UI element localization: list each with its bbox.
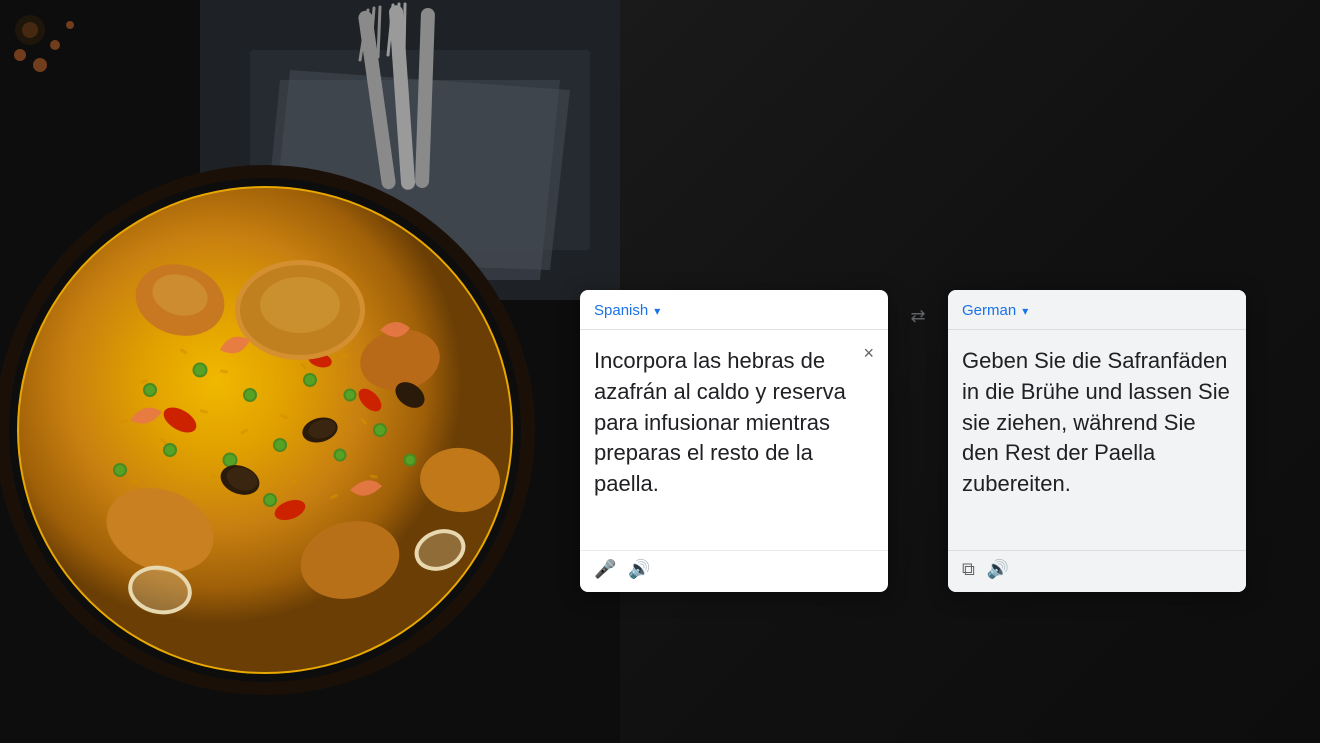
source-text: Incorpora las hebras de azafrán al caldo… — [594, 346, 874, 500]
source-actions: 🎤 🔊 — [580, 550, 888, 592]
target-header: German ▾ — [948, 290, 1246, 330]
target-actions: ⧉ 🔊 — [948, 550, 1246, 592]
source-speaker-icon[interactable]: 🔊 — [628, 559, 650, 580]
target-text-area: Geben Sie die Safranfäden in die Brühe u… — [948, 330, 1246, 550]
paella-background — [0, 0, 620, 743]
mic-icon[interactable]: 🎤 — [594, 559, 616, 580]
translator-container: Spanish ▾ × Incorpora las hebras de azaf… — [580, 290, 1246, 592]
swap-button[interactable]: ⇄ — [900, 298, 936, 334]
source-header: Spanish ▾ — [580, 290, 888, 330]
target-dropdown-arrow: ▾ — [1022, 304, 1028, 318]
source-language-select[interactable]: Spanish ▾ — [594, 302, 660, 319]
target-speaker-icon[interactable]: 🔊 — [987, 559, 1009, 580]
target-text: Geben Sie die Safranfäden in die Brühe u… — [962, 346, 1232, 500]
source-panel: Spanish ▾ × Incorpora las hebras de azaf… — [580, 290, 888, 592]
source-text-area[interactable]: × Incorpora las hebras de azafrán al cal… — [580, 330, 888, 550]
source-dropdown-arrow: ▾ — [654, 304, 660, 318]
target-panel: German ▾ Geben Sie die Safranfäden in di… — [948, 290, 1246, 592]
clear-button[interactable]: × — [863, 344, 874, 362]
target-language-select[interactable]: German ▾ — [962, 302, 1028, 319]
source-language-label: Spanish — [594, 302, 648, 319]
target-language-label: German — [962, 302, 1016, 319]
copy-icon[interactable]: ⧉ — [962, 559, 975, 580]
